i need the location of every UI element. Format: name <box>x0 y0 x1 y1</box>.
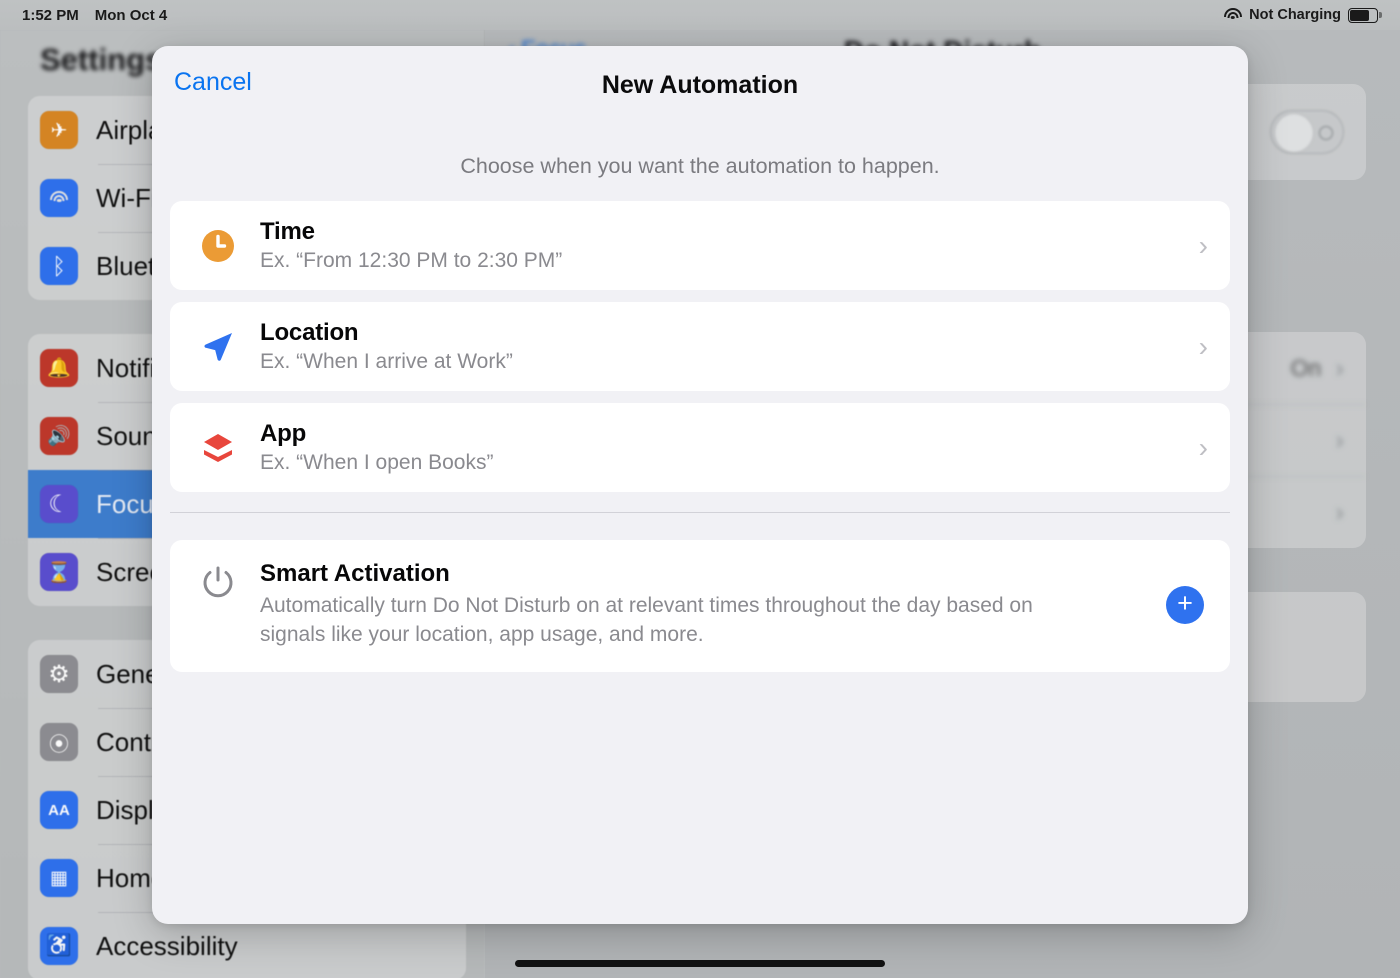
power-icon <box>192 564 244 602</box>
chevron-right-icon: › <box>1198 330 1208 362</box>
automation-option-app[interactable]: App Ex. “When I open Books” › <box>170 403 1230 492</box>
section-divider-wrap <box>152 504 1248 513</box>
option-title: Time <box>260 218 315 245</box>
option-description: Ex. “From 12:30 PM to 2:30 PM” <box>260 249 563 272</box>
ipad-screen: 1:52 PM Mon Oct 4 Not Charging Settings … <box>0 0 1400 978</box>
automation-option-location[interactable]: Location Ex. “When I arrive at Work” › <box>170 302 1230 391</box>
automation-option-time[interactable]: Time Ex. “From 12:30 PM to 2:30 PM” › <box>170 201 1230 290</box>
app-stack-icon <box>192 430 244 466</box>
modal-header: Cancel New Automation <box>152 46 1248 120</box>
home-indicator <box>515 960 885 967</box>
option-description: Ex. “When I arrive at Work” <box>260 350 513 373</box>
modal-subtitle: Choose when you want the automation to h… <box>460 154 940 178</box>
cancel-button[interactable]: Cancel <box>174 68 252 97</box>
clock-icon <box>192 228 244 264</box>
smart-activation-title: Smart Activation <box>260 560 450 587</box>
location-arrow-icon <box>192 329 244 365</box>
smart-activation-card[interactable]: Smart Activation Automatically turn Do N… <box>170 540 1230 672</box>
chevron-right-icon: › <box>1198 431 1208 463</box>
new-automation-modal: Cancel New Automation Choose when you wa… <box>152 46 1248 924</box>
modal-title: New Automation <box>601 70 799 99</box>
option-title: App <box>260 420 307 447</box>
smart-activation-description: Automatically turn Do Not Disturb on at … <box>260 594 1033 646</box>
add-smart-activation-button[interactable]: + <box>1166 585 1204 624</box>
option-title: Location <box>260 319 359 346</box>
option-description: Ex. “When I open Books” <box>260 451 494 474</box>
section-divider <box>170 512 1230 513</box>
chevron-right-icon: › <box>1198 229 1208 261</box>
automation-trigger-list: Time Ex. “From 12:30 PM to 2:30 PM” › Lo… <box>152 201 1248 492</box>
